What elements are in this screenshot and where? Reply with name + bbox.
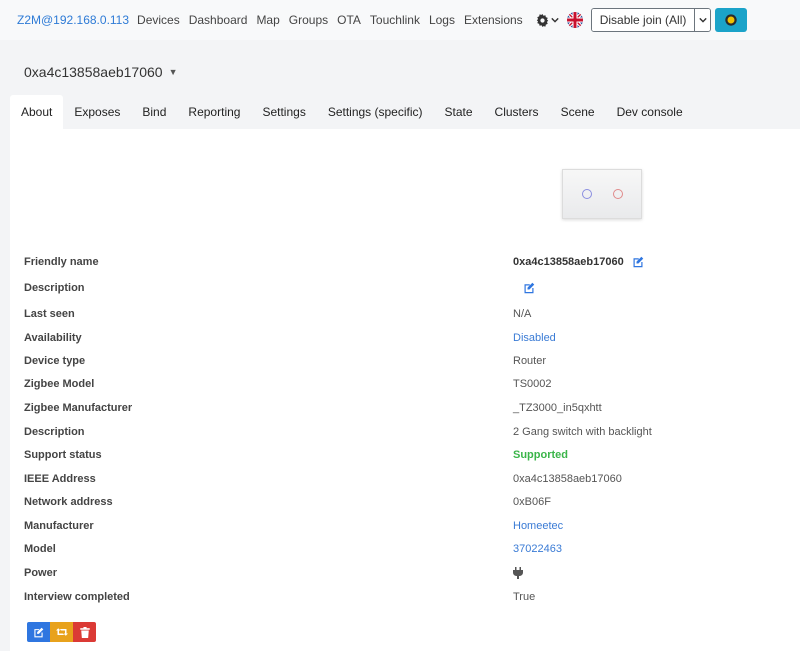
device-actions [27, 622, 96, 642]
ieee-address-label: IEEE Address [24, 473, 96, 485]
top-navbar: Z2M@192.168.0.113 Devices Dashboard Map … [0, 0, 800, 40]
manufacturer-label: Manufacturer [24, 520, 94, 532]
rename-button[interactable] [27, 622, 50, 642]
zigbee-model-value: TS0002 [513, 378, 552, 390]
availability-link[interactable]: Disabled [513, 332, 556, 344]
nav-devices[interactable]: Devices [137, 13, 180, 27]
row-last-seen: Last seen N/A [24, 304, 784, 324]
row-power: Power [24, 563, 784, 583]
join-button-group: Disable join (All) [590, 8, 712, 32]
ieee-address-value: 0xa4c13858aeb17060 [513, 473, 622, 485]
support-status-label: Support status [24, 449, 102, 461]
device-title: 0xa4c13858aeb17060 [24, 64, 163, 80]
friendly-name-label: Friendly name [24, 256, 99, 268]
reconfigure-button[interactable] [50, 622, 73, 642]
description-2-value: 2 Gang switch with backlight [513, 426, 652, 438]
row-support-status: Support status Supported [24, 445, 784, 465]
nav-groups[interactable]: Groups [289, 13, 328, 27]
row-ieee-address: IEEE Address 0xa4c13858aeb17060 [24, 469, 784, 489]
edit-icon[interactable] [523, 282, 535, 294]
friendly-name-value: 0xa4c13858aeb17060 [513, 256, 644, 268]
device-type-label: Device type [24, 355, 86, 367]
switch-button-1 [582, 189, 592, 199]
zigbee-manufacturer-label: Zigbee Manufacturer [24, 402, 133, 414]
friendly-name-text: 0xa4c13858aeb17060 [513, 256, 624, 268]
tab-scene[interactable]: Scene [550, 95, 606, 129]
nav-logs[interactable]: Logs [429, 13, 455, 27]
row-description-2: Description 2 Gang switch with backlight [24, 422, 784, 442]
uk-flag-icon [566, 12, 583, 28]
sun-icon [725, 14, 738, 26]
device-image [562, 169, 642, 219]
row-network-address: Network address 0xB06F [24, 492, 784, 512]
tab-settings-specific[interactable]: Settings (specific) [317, 95, 434, 129]
zigbee-manufacturer-value: _TZ3000_in5qxhtt [513, 402, 602, 414]
device-type-value: Router [513, 355, 547, 367]
delete-button[interactable] [73, 622, 96, 642]
model-link[interactable]: 37022463 [513, 543, 562, 555]
zigbee-model-label: Zigbee Model [24, 378, 95, 390]
row-zigbee-manufacturer: Zigbee Manufacturer _TZ3000_in5qxhtt [24, 398, 784, 418]
disable-join-button[interactable]: Disable join (All) [591, 9, 695, 31]
join-options-dropdown[interactable] [694, 9, 711, 31]
nav-map[interactable]: Map [256, 13, 279, 27]
row-device-type: Device type Router [24, 351, 784, 371]
tab-settings[interactable]: Settings [251, 95, 316, 129]
theme-toggle-button[interactable] [715, 8, 748, 32]
language-selector[interactable] [566, 12, 583, 28]
tab-clusters[interactable]: Clusters [484, 95, 550, 129]
row-availability: Availability Disabled [24, 328, 784, 348]
chevron-down-icon [699, 17, 707, 23]
interview-completed-value: True [513, 591, 536, 603]
power-label: Power [24, 567, 58, 579]
row-manufacturer: Manufacturer Homeetec [24, 516, 784, 536]
nav-ota[interactable]: OTA [337, 13, 361, 27]
device-tabs: About Exposes Bind Reporting Settings Se… [10, 95, 694, 129]
last-seen-label: Last seen [24, 308, 75, 320]
support-status-link[interactable]: Supported [513, 449, 568, 461]
tab-dev-console[interactable]: Dev console [606, 95, 694, 129]
network-address-label: Network address [24, 496, 113, 508]
row-model: Model 37022463 [24, 539, 784, 559]
nav-touchlink[interactable]: Touchlink [370, 13, 420, 27]
availability-label: Availability [24, 332, 82, 344]
interview-completed-label: Interview completed [24, 591, 130, 603]
row-zigbee-model: Zigbee Model TS0002 [24, 374, 784, 394]
switch-button-2 [613, 189, 623, 199]
brand-link[interactable]: Z2M@192.168.0.113 [17, 13, 129, 27]
row-friendly-name: Friendly name 0xa4c13858aeb17060 [24, 252, 784, 272]
network-address-value: 0xB06F [513, 496, 551, 508]
nav-extensions[interactable]: Extensions [464, 13, 523, 27]
nav-dashboard[interactable]: Dashboard [189, 13, 248, 27]
chevron-down-icon: ▼ [168, 67, 178, 77]
retweet-icon [55, 628, 68, 636]
description-label: Description [24, 282, 85, 294]
model-label: Model [24, 543, 56, 555]
tab-reporting[interactable]: Reporting [177, 95, 251, 129]
edit-icon [34, 627, 44, 637]
power-value [513, 567, 523, 579]
tab-exposes[interactable]: Exposes [63, 95, 131, 129]
tab-state[interactable]: State [434, 95, 484, 129]
gear-icon [536, 13, 548, 27]
last-seen-value: N/A [513, 308, 532, 320]
edit-icon[interactable] [632, 256, 644, 268]
tab-bind[interactable]: Bind [131, 95, 177, 129]
chevron-down-icon [550, 17, 559, 23]
row-interview-completed: Interview completed True [24, 587, 784, 607]
settings-dropdown[interactable] [536, 13, 559, 27]
description-value [513, 282, 535, 294]
trash-icon [79, 626, 90, 638]
manufacturer-link[interactable]: Homeetec [513, 520, 563, 532]
row-description: Description [24, 278, 784, 298]
device-selector[interactable]: 0xa4c13858aeb17060 ▼ [24, 64, 178, 80]
plug-icon [513, 567, 523, 579]
tab-about[interactable]: About [10, 95, 64, 129]
description-2-label: Description [24, 426, 85, 438]
